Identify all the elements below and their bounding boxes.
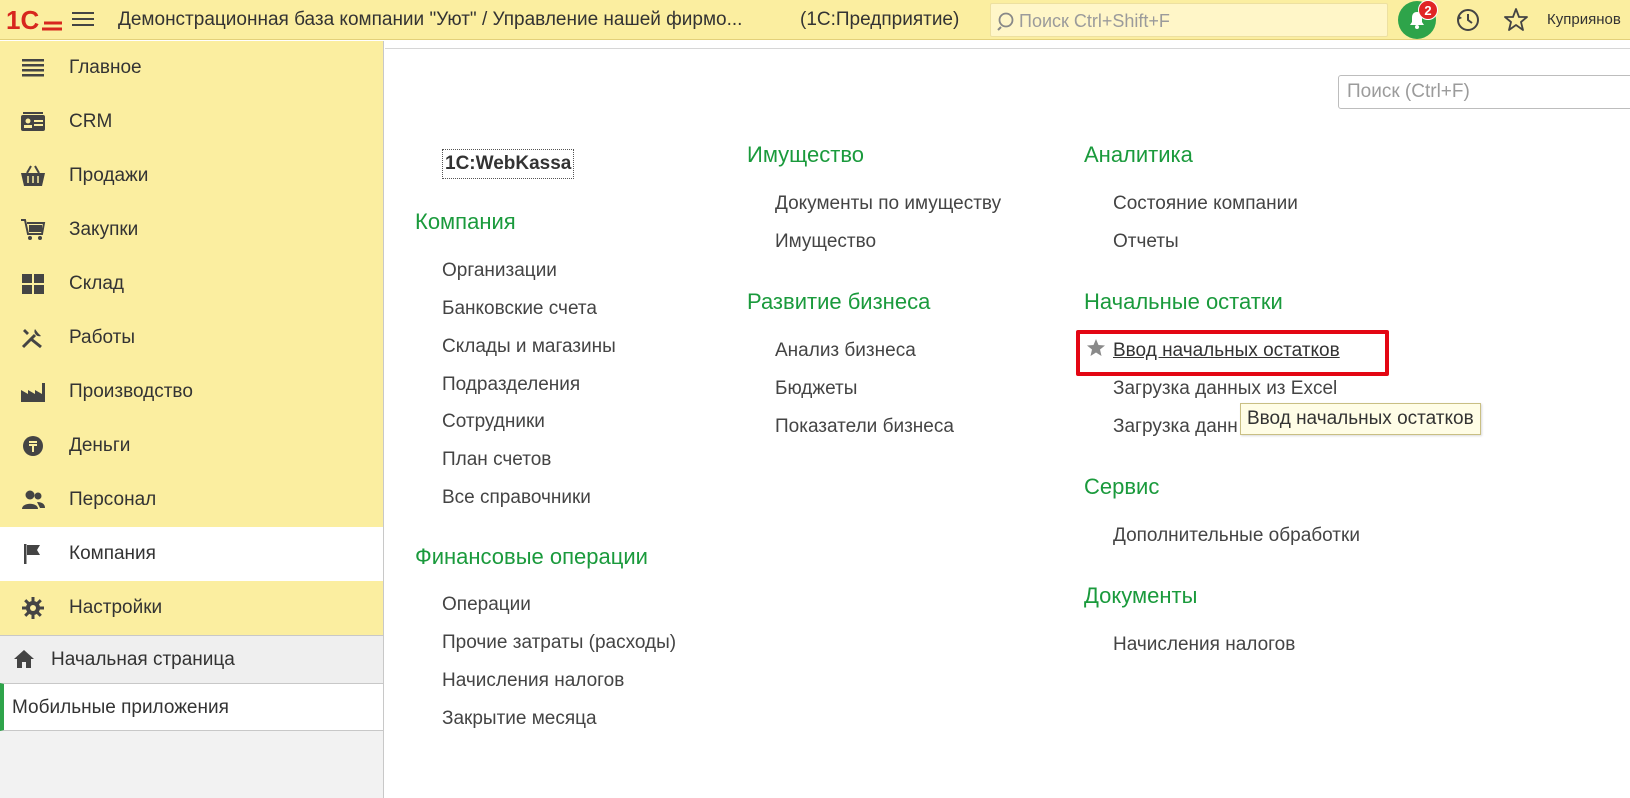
link-reports[interactable]: Отчеты xyxy=(1113,231,1179,253)
link-load-from-excel[interactable]: Загрузка данных из Excel xyxy=(1113,378,1337,400)
section-title-opening-balances: Начальные остатки xyxy=(1084,289,1283,314)
sidebar-item-label: CRM xyxy=(69,111,113,132)
sidebar-item-label: Работы xyxy=(69,327,135,348)
section-title-property: Имущество xyxy=(747,142,865,167)
favorite-star-icon[interactable] xyxy=(1086,338,1106,358)
home-page-label: Начальная страница xyxy=(51,649,235,670)
sidebar-item-label: Закупки xyxy=(69,219,139,240)
sidebar-item-label: Склад xyxy=(69,273,124,294)
sidebar-item-label: Настройки xyxy=(69,597,163,618)
link-company-state[interactable]: Состояние компании xyxy=(1113,193,1298,215)
link-departments[interactable]: Подразделения xyxy=(442,374,580,396)
flag-icon xyxy=(24,544,40,564)
section-title-financial-operations: Финансовые операции xyxy=(415,544,648,569)
notifications-badge: 2 xyxy=(1418,0,1438,20)
sidebar-item-label: Главное xyxy=(69,57,142,78)
sidebar-item-sales[interactable]: Продажи xyxy=(0,149,383,203)
sidebar-item-label: Компания xyxy=(69,543,156,564)
menu-icon[interactable] xyxy=(70,8,96,32)
link-property[interactable]: Имущество xyxy=(775,231,876,253)
section-title-business-development: Развитие бизнеса xyxy=(747,289,931,314)
link-enter-opening-balances[interactable]: Ввод начальных остатков xyxy=(1113,340,1340,362)
warehouse-icon xyxy=(22,274,44,294)
sidebar-item-purchases[interactable]: Закупки xyxy=(0,203,383,257)
sidebar-item-crm[interactable]: CRM xyxy=(0,95,383,149)
global-search[interactable] xyxy=(990,3,1388,37)
sidebar-item-personnel[interactable]: Персонал xyxy=(0,473,383,527)
section-search-input[interactable] xyxy=(1339,76,1630,108)
link-operations[interactable]: Операции xyxy=(442,594,531,616)
link-bank-accounts[interactable]: Банковские счета xyxy=(442,298,597,320)
sidebar-item-label: Деньги xyxy=(69,435,131,456)
contact-card-icon xyxy=(21,112,45,131)
history-icon[interactable] xyxy=(1455,7,1481,33)
link-organizations[interactable]: Организации xyxy=(442,260,557,282)
link-load-data[interactable]: Загрузка данн xyxy=(1113,416,1238,438)
home-icon xyxy=(14,650,34,668)
link-chart-of-accounts[interactable]: План счетов xyxy=(442,449,551,471)
link-warehouses-stores[interactable]: Склады и магазины xyxy=(442,336,616,358)
sidebar-item-label: Персонал xyxy=(69,489,157,510)
svg-text:1С: 1С xyxy=(6,5,39,35)
tooltip: Ввод начальных остатков xyxy=(1240,403,1481,435)
section-title-company: Компания xyxy=(415,209,516,234)
section-title-documents: Документы xyxy=(1084,583,1198,608)
sidebar-item-label: Продажи xyxy=(69,165,149,186)
link-month-closing[interactable]: Закрытие месяца xyxy=(442,708,597,730)
link-additional-processing[interactable]: Дополнительные обработки xyxy=(1113,525,1360,547)
section-title-service: Сервис xyxy=(1084,474,1160,499)
gear-icon xyxy=(22,597,44,619)
sidebar-item-settings[interactable]: Настройки xyxy=(0,581,383,635)
people-icon xyxy=(22,490,45,509)
link-property-documents[interactable]: Документы по имуществу xyxy=(775,193,1001,215)
section-title-analytics: Аналитика xyxy=(1084,142,1193,167)
favorites-star-icon[interactable] xyxy=(1503,7,1529,33)
section-search[interactable] xyxy=(1338,75,1630,109)
sidebar-item-main[interactable]: Главное xyxy=(0,41,383,95)
factory-icon xyxy=(21,383,45,402)
sidebar: Главное CRM Продажи Закупки Склад Работы… xyxy=(0,41,384,798)
tools-icon xyxy=(21,329,42,349)
sidebar-home-page[interactable]: Начальная страница xyxy=(0,635,383,683)
webkassa-link[interactable]: 1C:WebKassa xyxy=(442,149,575,179)
money-icon xyxy=(23,436,43,456)
link-tax-accruals[interactable]: Начисления налогов xyxy=(442,670,624,692)
divider xyxy=(385,48,1630,49)
link-business-indicators[interactable]: Показатели бизнеса xyxy=(775,416,954,438)
link-employees[interactable]: Сотрудники xyxy=(442,411,545,433)
sidebar-item-money[interactable]: Деньги xyxy=(0,419,383,473)
platform-label: (1С:Предприятие) xyxy=(800,9,960,30)
app-title: Демонстрационная база компании "Уют" / У… xyxy=(118,9,743,30)
main-content: 1C:WebKassa Компания Организации Банковс… xyxy=(385,41,1630,798)
link-all-catalogs[interactable]: Все справочники xyxy=(442,487,591,509)
list-icon xyxy=(22,59,44,77)
sidebar-item-works[interactable]: Работы xyxy=(0,311,383,365)
link-budgets[interactable]: Бюджеты xyxy=(775,378,857,400)
1c-logo-icon[interactable]: 1С xyxy=(6,5,64,35)
link-other-expenses[interactable]: Прочие затраты (расходы) xyxy=(442,632,676,654)
sidebar-item-production[interactable]: Производство xyxy=(0,365,383,419)
cart-icon xyxy=(21,219,46,240)
sidebar-mobile-apps[interactable]: Мобильные приложения xyxy=(0,683,383,731)
sidebar-item-label: Производство xyxy=(69,381,193,402)
top-bar: 1С Демонстрационная база компании "Уют" … xyxy=(0,0,1630,40)
basket-icon xyxy=(21,165,45,186)
global-search-input[interactable] xyxy=(1019,9,1379,33)
link-business-analysis[interactable]: Анализ бизнеса xyxy=(775,340,916,362)
user-name[interactable]: Куприянов xyxy=(1547,11,1621,28)
link-tax-accruals-docs[interactable]: Начисления налогов xyxy=(1113,634,1295,656)
sidebar-item-company[interactable]: Компания xyxy=(0,527,383,581)
mobile-apps-label: Мобильные приложения xyxy=(12,697,229,718)
sidebar-item-warehouse[interactable]: Склад xyxy=(0,257,383,311)
search-icon xyxy=(997,12,1014,31)
